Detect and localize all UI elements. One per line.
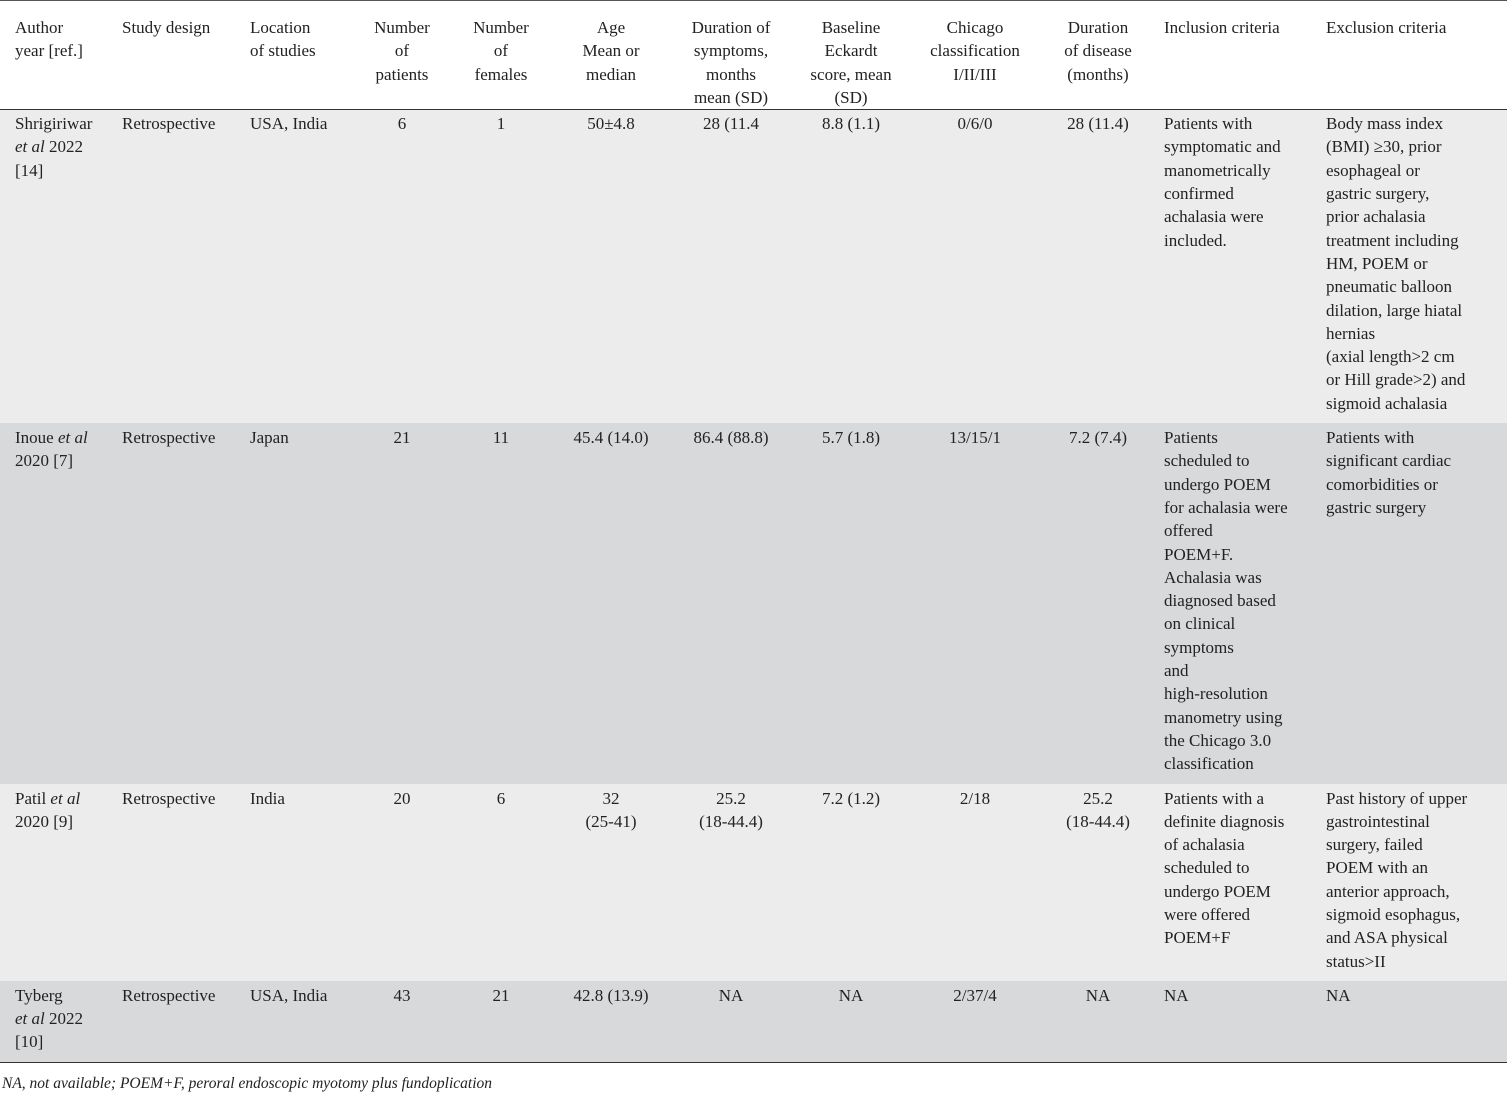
header-exclusion-criteria: Exclusion criteria — [1320, 0, 1507, 111]
cell-design: Retrospective — [122, 114, 216, 134]
cell-location: Japan — [250, 428, 289, 448]
cell-disease: 28 (11.4) — [1067, 114, 1129, 134]
cell-design: Retrospective — [122, 788, 216, 808]
cell-age: 32 (25-41) — [585, 788, 637, 831]
cell-females: 21 — [492, 985, 510, 1005]
cell-exclusion: Patients with significant cardiac comorb… — [1326, 428, 1452, 517]
table-row: Tyberg et al 2022 [10] Retrospective USA… — [0, 980, 1507, 1063]
cell-location: USA, India — [250, 985, 328, 1005]
cell-chicago: 2/37/4 — [953, 985, 997, 1005]
study-characteristics-table-container: Author year [ref.] Study design Location… — [0, 0, 1507, 1063]
cell-exclusion: Body mass index (BMI) ≥30, prior esophag… — [1326, 114, 1466, 413]
table-header-row: Author year [ref.] Study design Location… — [0, 0, 1507, 111]
cell-symptoms: 28 (11.4 — [702, 114, 760, 134]
table-row: Inoue et al 2020 [7] Retrospective Japan… — [0, 423, 1507, 784]
cell-location: USA, India — [250, 114, 328, 134]
header-baseline-eckardt: Baseline Eckardt score, mean (SD) — [790, 0, 912, 111]
cell-inclusion: NA — [1164, 985, 1189, 1005]
cell-age: 42.8 (13.9) — [573, 985, 649, 1005]
cell-symptoms: 25.2 (18-44.4) — [699, 788, 763, 831]
author-et-al: et al — [50, 788, 81, 808]
table-footnote: NA, not available; POEM+F, peroral endos… — [2, 1075, 493, 1092]
author-et-al: et al — [15, 137, 45, 157]
header-inclusion-criteria: Inclusion criteria — [1158, 0, 1320, 111]
header-author-year: Author year [ref.] — [0, 0, 116, 111]
cell-patients: 6 — [397, 114, 407, 134]
table-row: Patil et al 2020 [9] Retrospective India… — [0, 783, 1507, 981]
cell-inclusion: Patients with symptomatic and manometric… — [1164, 114, 1281, 250]
author-et-al: et al — [15, 1009, 45, 1029]
table-row: Shrigiriwar et al 2022 [14] Retrospective… — [0, 109, 1507, 424]
cell-patients: 43 — [393, 985, 411, 1005]
header-location: Location of studies — [244, 0, 352, 111]
author-name: Patil — [15, 788, 51, 808]
header-duration-of-symptoms: Duration of symptoms, months mean (SD) — [672, 0, 790, 111]
author-name: Inoue — [15, 428, 58, 448]
cell-author: Tyberg et al 2022 [10] — [0, 981, 116, 1062]
cell-inclusion: Patients scheduled to undergo POEM for a… — [1164, 428, 1288, 774]
cell-design: Retrospective — [122, 985, 216, 1005]
author-et-al: et al — [57, 428, 88, 448]
study-characteristics-table: Author year [ref.] Study design Location… — [0, 0, 1507, 1063]
header-age: Age Mean or median — [550, 0, 672, 111]
cell-location: India — [250, 788, 285, 808]
header-duration-of-disease: Duration of disease (months) — [1038, 0, 1158, 111]
cell-eckardt: NA — [838, 985, 864, 1005]
cell-author: Inoue et al 2020 [7] — [0, 423, 116, 783]
cell-eckardt: 5.7 (1.8) — [821, 428, 881, 448]
cell-disease: 25.2 (18-44.4) — [1066, 788, 1130, 831]
cell-eckardt: 7.2 (1.2) — [821, 788, 881, 808]
cell-females: 11 — [492, 428, 510, 448]
author-name: Shrigiriwar — [15, 114, 93, 134]
cell-disease: NA — [1085, 985, 1111, 1005]
cell-chicago: 13/15/1 — [949, 428, 1001, 448]
cell-patients: 21 — [393, 428, 411, 448]
cell-eckardt: 8.8 (1.1) — [821, 114, 881, 134]
cell-age: 50±4.8 — [587, 114, 635, 134]
cell-design: Retrospective — [122, 428, 216, 448]
cell-author: Patil et al 2020 [9] — [0, 784, 116, 981]
cell-females: 1 — [496, 114, 506, 134]
cell-age: 45.4 (14.0) — [573, 428, 649, 448]
author-name: Tyberg — [15, 985, 63, 1005]
header-number-of-females: Number of females — [452, 0, 550, 111]
author-year-ref: 2020 [9] — [15, 811, 74, 831]
header-number-of-patients: Number of patients — [352, 0, 452, 111]
cell-inclusion: Patients with a definite diagnosis of ac… — [1164, 788, 1285, 948]
header-chicago-classification: Chicago classification I/II/III — [912, 0, 1038, 111]
header-study-design: Study design — [116, 0, 244, 111]
cell-disease: 7.2 (7.4) — [1068, 428, 1128, 448]
cell-exclusion: NA — [1326, 985, 1351, 1005]
cell-exclusion: Past history of upper gastrointestinal s… — [1326, 788, 1468, 971]
cell-symptoms: NA — [718, 985, 744, 1005]
cell-author: Shrigiriwar et al 2022 [14] — [0, 110, 116, 423]
cell-chicago: 2/18 — [959, 788, 991, 808]
cell-chicago: 0/6/0 — [957, 114, 993, 134]
author-year-ref: 2020 [7] — [15, 451, 74, 471]
cell-females: 6 — [496, 788, 506, 808]
cell-patients: 20 — [393, 788, 411, 808]
cell-symptoms: 86.4 (88.8) — [693, 428, 769, 448]
